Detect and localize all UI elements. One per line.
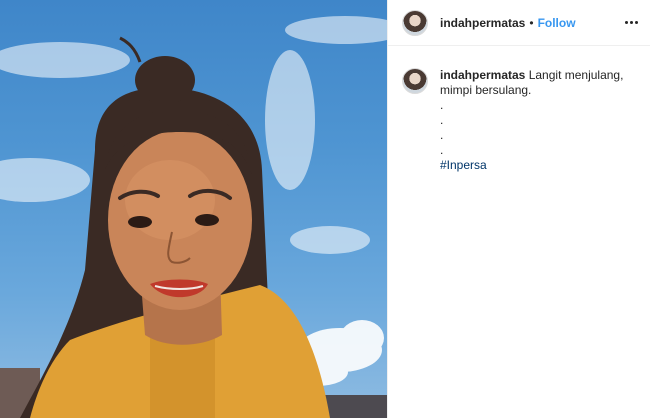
caption-line: . (440, 143, 444, 157)
caption-line: . (440, 128, 444, 142)
caption-line: . (440, 113, 444, 127)
post-side-panel: indahpermatas • Follow indahpermatas Lan… (387, 0, 650, 418)
caption-avatar[interactable] (402, 68, 428, 94)
profile-avatar[interactable] (402, 9, 428, 36)
caption-comment: indahpermatas Langit menjulang, mimpi be… (388, 46, 650, 173)
follow-button[interactable]: Follow (538, 16, 576, 30)
portrait-illustration (0, 16, 387, 418)
caption-line: . (440, 98, 444, 112)
caption-username[interactable]: indahpermatas (440, 68, 525, 82)
post-header: indahpermatas • Follow (388, 0, 650, 46)
header-separator: • (529, 15, 534, 30)
caption-body: indahpermatas Langit menjulang, mimpi be… (440, 68, 630, 173)
header-username[interactable]: indahpermatas (440, 16, 525, 30)
more-options-icon[interactable] (625, 17, 638, 28)
hashtag-link[interactable]: #Inpersa (440, 158, 630, 173)
post-photo[interactable] (0, 0, 387, 418)
